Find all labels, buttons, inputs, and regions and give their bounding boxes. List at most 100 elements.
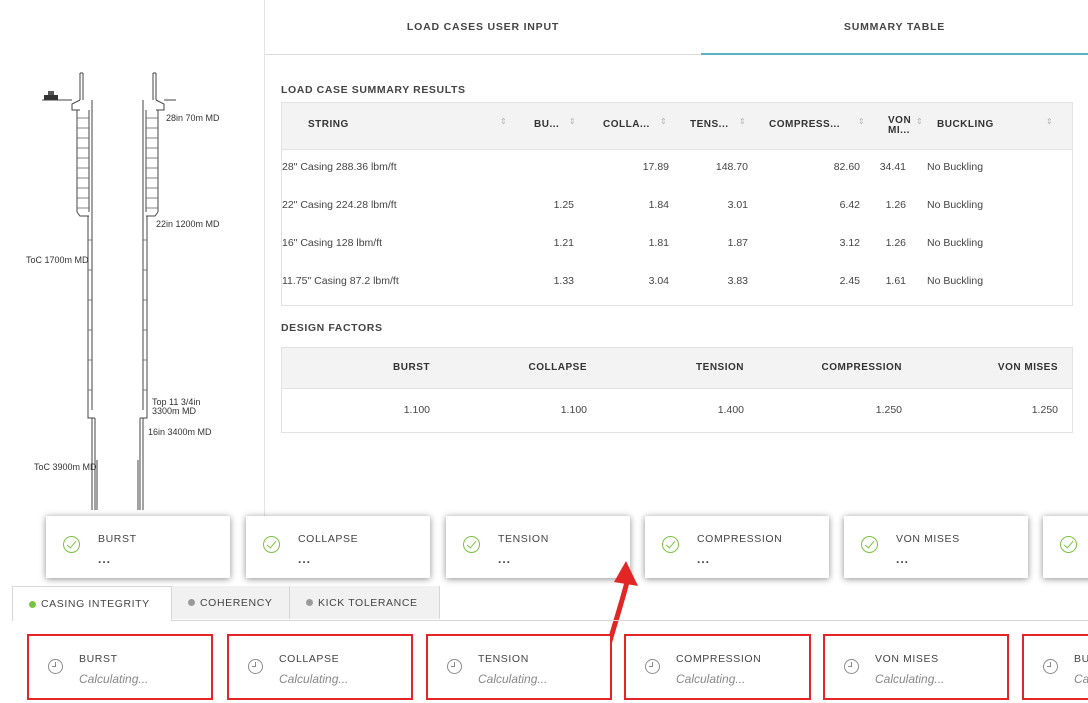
- tab-kick-tolerance[interactable]: KICK TOLERANCE: [290, 586, 440, 619]
- sort-icon[interactable]: ⇕: [858, 118, 865, 126]
- summary-cell: 1.81: [648, 237, 669, 249]
- design-factors-title: DESIGN FACTORS: [281, 322, 383, 334]
- check-circle-icon: [1060, 536, 1077, 553]
- calc-card-compression[interactable]: COMPRESSION Calculating...: [624, 634, 811, 700]
- calc-card-tension[interactable]: TENSION Calculating...: [426, 634, 612, 700]
- result-card-von-mises[interactable]: VON MISES...: [844, 516, 1028, 578]
- sort-icon[interactable]: ⇕: [916, 118, 923, 126]
- result-card-title: TENSION: [498, 533, 549, 545]
- rig-icon: [44, 95, 58, 100]
- tab-label: CASING INTEGRITY: [41, 598, 150, 610]
- tab-coherency[interactable]: COHERENCY: [172, 586, 290, 619]
- summary-cell: 1.33: [553, 275, 574, 287]
- label-toc-1700: ToC 1700m MD: [26, 255, 89, 265]
- sort-icon[interactable]: ⇕: [500, 118, 507, 126]
- col-tension[interactable]: TENS...: [690, 120, 729, 130]
- check-circle-icon: [263, 536, 280, 553]
- bottom-tab-bar: CASING INTEGRITY COHERENCY KICK TOLERANC…: [12, 586, 1088, 621]
- df-value: 1.250: [1031, 404, 1058, 416]
- calc-card-status: Calculating...: [279, 672, 349, 686]
- summary-cell: 28" Casing 288.36 lbm/ft: [282, 161, 397, 173]
- summary-table: STRING ⇕ BU... ⇕ COLLA... ⇕ TENS... ⇕ CO…: [281, 102, 1073, 306]
- summary-cell: No Buckling: [927, 237, 984, 249]
- label-16in: 16in 3400m MD: [148, 427, 212, 437]
- col-von-mises[interactable]: VON MI...: [888, 116, 911, 136]
- summary-cell: No Buckling: [927, 161, 984, 173]
- sort-icon[interactable]: ⇕: [569, 118, 576, 126]
- status-dot-icon: [188, 599, 195, 606]
- sort-icon[interactable]: ⇕: [660, 118, 667, 126]
- tab-label: KICK TOLERANCE: [318, 596, 418, 609]
- result-card-partial[interactable]: [1043, 516, 1088, 578]
- summary-cell: 1.61: [885, 275, 906, 287]
- summary-title: LOAD CASE SUMMARY RESULTS: [281, 84, 466, 96]
- summary-cell: 148.70: [715, 161, 748, 173]
- calc-card-title: COMPRESSION: [676, 653, 762, 665]
- calc-card-status: Calculating...: [478, 672, 548, 686]
- df-col-header: VON MISES: [997, 362, 1058, 373]
- check-circle-icon: [63, 536, 80, 553]
- calc-card-collapse[interactable]: COLLAPSE Calculating...: [227, 634, 413, 700]
- summary-cell: No Buckling: [927, 199, 984, 211]
- result-card-value: ...: [98, 552, 112, 566]
- result-card-title: BURST: [98, 533, 137, 545]
- result-card-title: COMPRESSION: [697, 533, 783, 545]
- result-card-value: ...: [896, 552, 910, 566]
- df-value: 1.400: [717, 404, 744, 416]
- design-factors-table: BURST COLLAPSE TENSION COMPRESSION VON MISES…: [281, 347, 1073, 433]
- summary-cell: 1.84: [648, 199, 669, 211]
- tab-casing-integrity[interactable]: CASING INTEGRITY: [12, 586, 172, 621]
- calc-card-burst[interactable]: BURST Calculating...: [27, 634, 213, 700]
- summary-cell: 11.75" Casing 87.2 lbm/ft: [282, 275, 399, 287]
- clock-icon: [645, 659, 660, 674]
- df-value: 1.100: [560, 404, 587, 416]
- calc-card-title: TENSION: [478, 653, 529, 665]
- calc-card-von-mises[interactable]: VON MISES Calculating...: [823, 634, 1009, 700]
- df-col-header: TENSION: [696, 362, 744, 373]
- result-card-compression[interactable]: COMPRESSION...: [645, 516, 829, 578]
- calc-card-bu[interactable]: BU Ca: [1022, 634, 1088, 700]
- calc-card-title: COLLAPSE: [279, 653, 340, 665]
- clock-icon: [447, 659, 462, 674]
- clock-icon: [844, 659, 859, 674]
- sort-icon[interactable]: ⇕: [1046, 118, 1053, 126]
- wellbore-diagram: 28in 70m MD 22in 1200m MD ToC 1700m MD T…: [0, 0, 264, 520]
- check-circle-icon: [861, 536, 878, 553]
- label-toc-3900: ToC 3900m MD: [34, 462, 97, 472]
- tab-load-cases-user-input[interactable]: LOAD CASES USER INPUT: [265, 0, 701, 54]
- col-string[interactable]: STRING: [308, 120, 349, 130]
- col-compression[interactable]: COMPRESS...: [769, 120, 840, 130]
- df-col-header: BURST: [393, 362, 430, 373]
- check-circle-icon: [463, 536, 480, 553]
- result-card-collapse[interactable]: COLLAPSE...: [246, 516, 430, 578]
- summary-cell: 3.83: [727, 275, 748, 287]
- col-burst[interactable]: BU...: [534, 120, 559, 130]
- summary-cell: 6.42: [839, 199, 860, 211]
- calc-card-title: VON MISES: [875, 653, 939, 665]
- df-value: 1.100: [403, 404, 430, 416]
- label-top-1134: Top 11 3/4in 3300m MD: [152, 397, 201, 416]
- summary-cell: 1.21: [553, 237, 574, 249]
- check-circle-icon: [662, 536, 679, 553]
- summary-cell: 22" Casing 224.28 lbm/ft: [282, 199, 397, 211]
- col-buckling[interactable]: BUCKLING: [937, 120, 994, 130]
- summary-cell: 1.87: [727, 237, 748, 249]
- summary-cell: 1.26: [885, 199, 906, 211]
- calc-card-status: Calculating...: [676, 672, 746, 686]
- status-dot-icon: [306, 599, 313, 606]
- calc-card-status: Calculating...: [79, 672, 149, 686]
- sort-icon[interactable]: ⇕: [739, 118, 746, 126]
- active-tab-indicator: [701, 53, 1088, 55]
- calc-card-status: Calculating...: [875, 672, 945, 686]
- tab-label: COHERENCY: [200, 596, 273, 609]
- clock-icon: [248, 659, 263, 674]
- result-card-title: VON MISES: [896, 533, 960, 545]
- result-card-value: ...: [298, 552, 312, 566]
- tab-summary-table[interactable]: SUMMARY TABLE: [701, 0, 1088, 54]
- calc-card-title: BU: [1074, 653, 1088, 665]
- col-collapse[interactable]: COLLA...: [603, 120, 650, 130]
- result-card-burst[interactable]: BURST...: [46, 516, 230, 578]
- summary-cell: 82.60: [833, 161, 860, 173]
- calc-card-status: Ca: [1074, 672, 1088, 686]
- label-22in: 22in 1200m MD: [156, 219, 220, 229]
